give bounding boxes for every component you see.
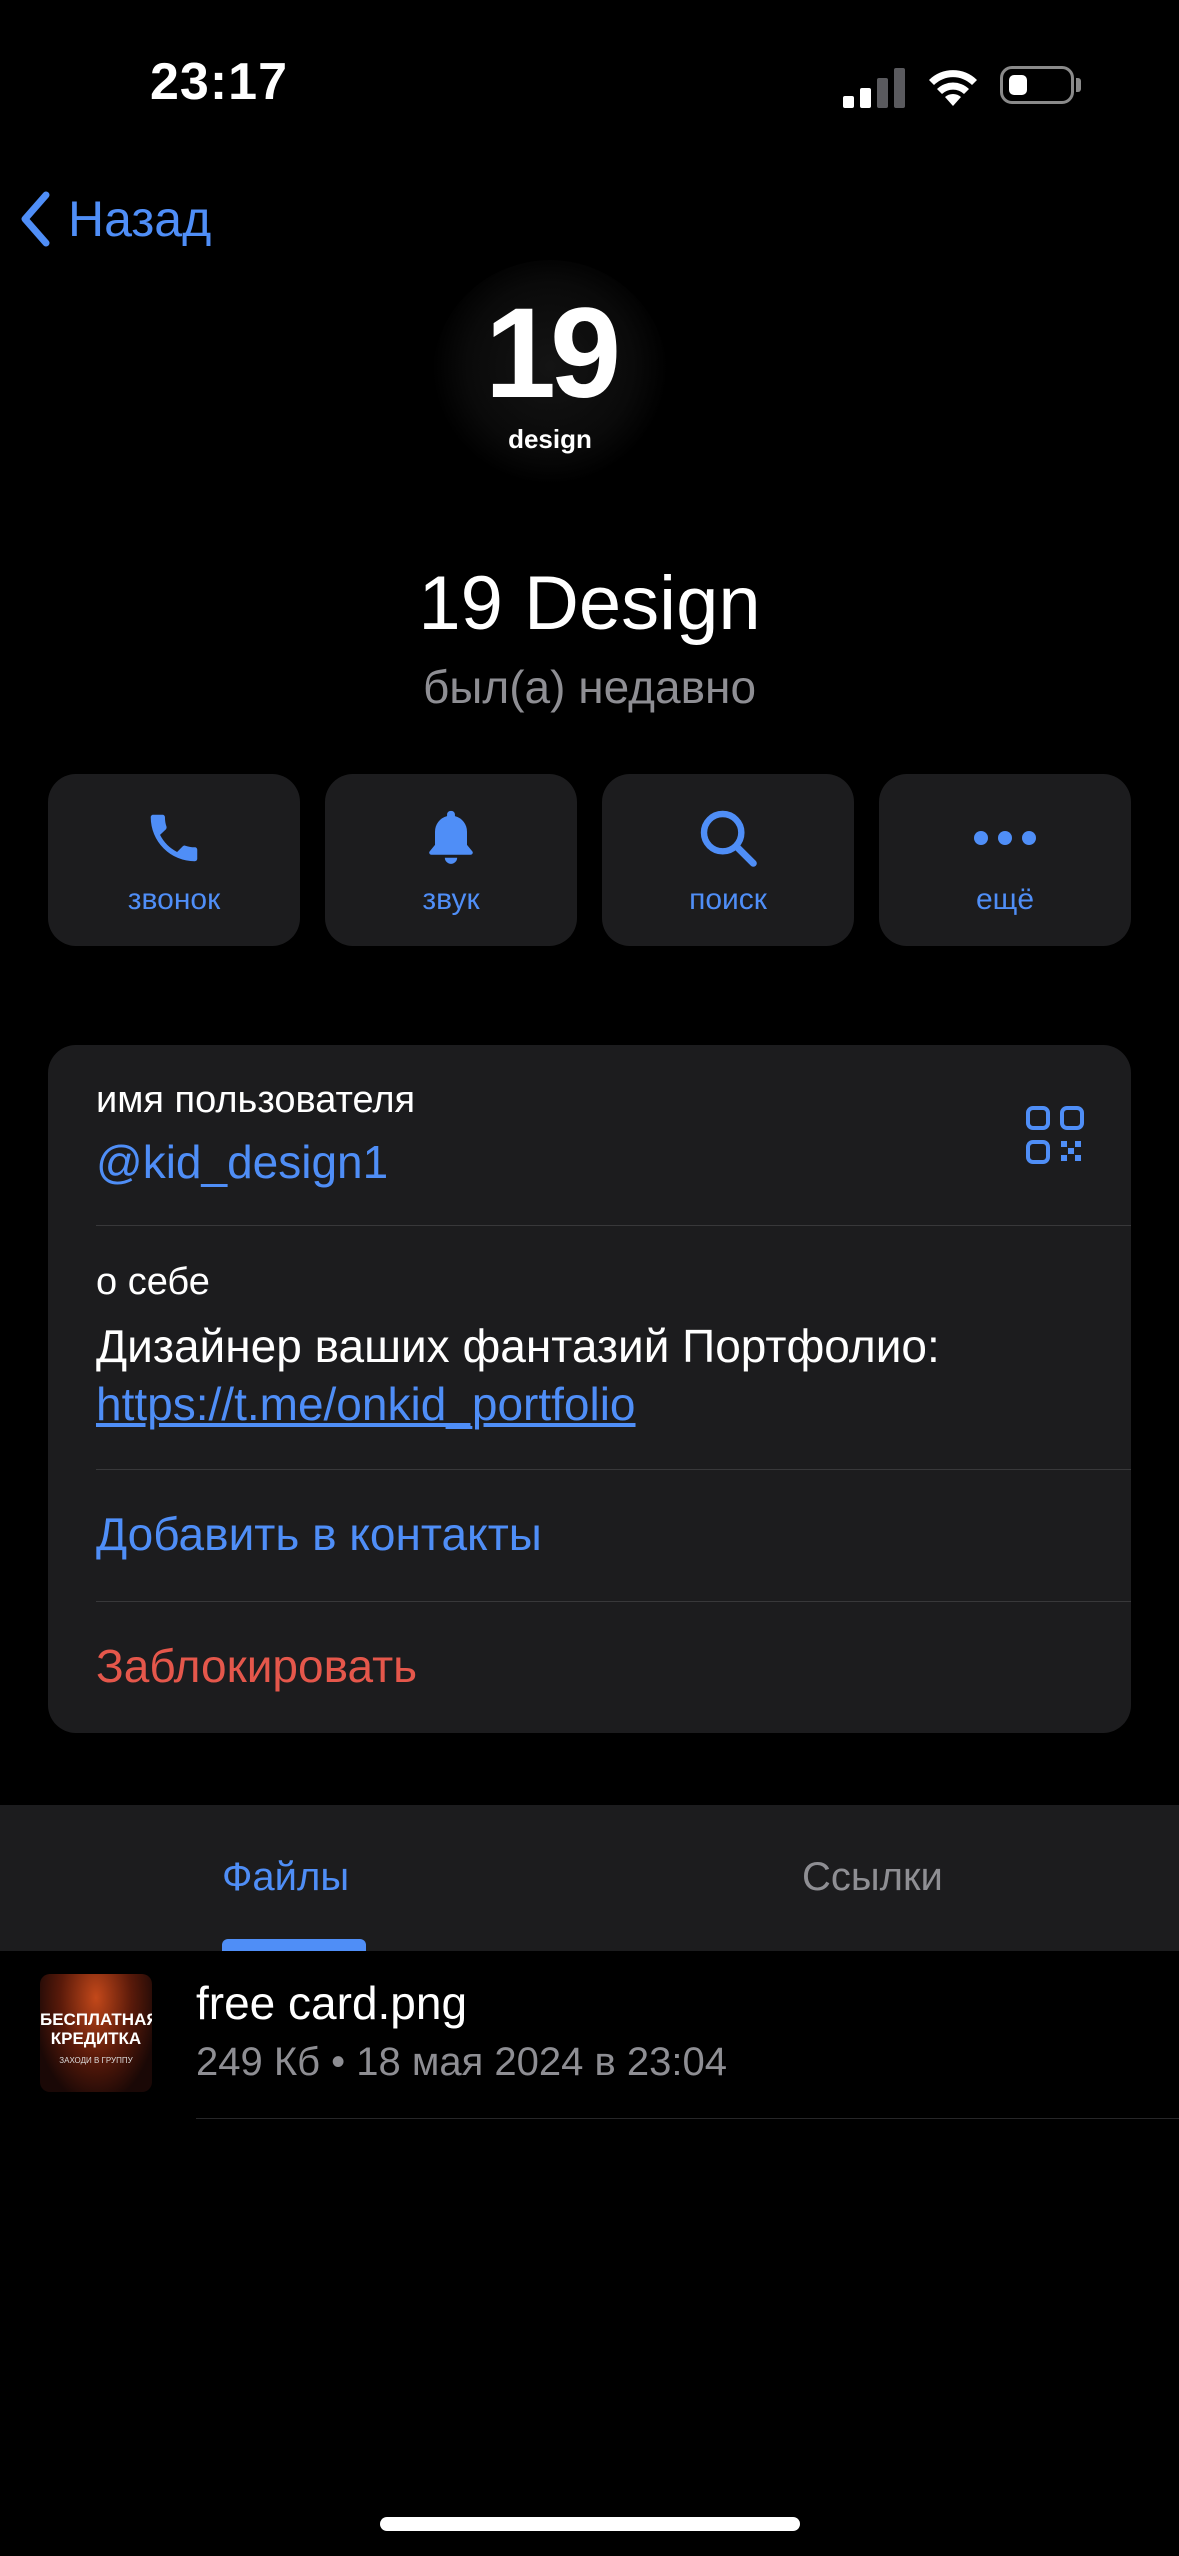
battery-tip bbox=[1076, 78, 1081, 92]
qr-code-icon[interactable] bbox=[1025, 1105, 1085, 1165]
divider bbox=[96, 1225, 1131, 1226]
action-bar: звонок звук поиск ещё bbox=[48, 774, 1131, 946]
about-link[interactable]: https://t.me/onkid_portfolio bbox=[96, 1377, 636, 1431]
profile-status: был(а) недавно bbox=[422, 661, 757, 713]
media-tabs: Файлы Ссылки bbox=[0, 1805, 1179, 1951]
sound-label: звук bbox=[422, 883, 480, 916]
username-label: имя пользователя bbox=[96, 1079, 416, 1121]
wifi-icon bbox=[929, 70, 977, 106]
battery-icon bbox=[1000, 66, 1074, 104]
home-indicator[interactable] bbox=[380, 2517, 800, 2531]
call-label: звонок bbox=[127, 883, 221, 916]
profile-name: 19 Design bbox=[418, 561, 761, 646]
file-divider bbox=[196, 2118, 1179, 2119]
search-icon bbox=[700, 810, 757, 867]
status-time: 23:17 bbox=[150, 53, 288, 111]
avatar-number: 19 bbox=[484, 282, 621, 425]
sound-button[interactable]: звук bbox=[325, 774, 577, 946]
thumbnail-subtitle: ЗАХОДИ В ГРУППУ bbox=[59, 2056, 133, 2065]
tab-indicator bbox=[222, 1939, 366, 1951]
back-button[interactable]: Назад bbox=[20, 190, 211, 248]
search-label: поиск bbox=[689, 883, 767, 916]
divider bbox=[96, 1469, 1131, 1470]
search-button[interactable]: поиск bbox=[602, 774, 854, 946]
about-text: Дизайнер ваших фантазий Портфолио: bbox=[96, 1320, 940, 1372]
more-icon bbox=[974, 831, 1036, 845]
chevron-left-icon bbox=[21, 191, 50, 247]
divider bbox=[96, 1601, 1131, 1602]
phone-icon bbox=[150, 814, 198, 862]
info-card: имя пользователя @kid_design1 о себе Диз… bbox=[48, 1045, 1131, 1733]
file-name[interactable]: free card.png bbox=[196, 1976, 467, 2030]
bell-icon bbox=[429, 810, 473, 864]
tab-files[interactable]: Файлы bbox=[222, 1855, 349, 1900]
file-thumbnail[interactable]: БЕСПЛАТНАЯ КРЕДИТКА ЗАХОДИ В ГРУППУ bbox=[40, 1974, 152, 2092]
about-label: о себе bbox=[96, 1261, 210, 1303]
add-contact-button[interactable]: Добавить в контакты bbox=[96, 1507, 542, 1561]
block-button[interactable]: Заблокировать bbox=[96, 1639, 417, 1693]
thumbnail-title: БЕСПЛАТНАЯ КРЕДИТКА bbox=[40, 2010, 152, 2048]
username-value[interactable]: @kid_design1 bbox=[96, 1135, 388, 1189]
more-button[interactable]: ещё bbox=[879, 774, 1131, 946]
tab-links[interactable]: Ссылки bbox=[802, 1855, 943, 1900]
avatar-word: design bbox=[508, 424, 592, 454]
avatar[interactable]: 19 design bbox=[430, 228, 670, 528]
back-label: Назад bbox=[68, 191, 212, 247]
call-button[interactable]: звонок bbox=[48, 774, 300, 946]
more-label: ещё bbox=[975, 883, 1035, 916]
cellular-signal-icon bbox=[843, 68, 905, 108]
file-meta: 249 Кб • 18 мая 2024 в 23:04 bbox=[196, 2040, 727, 2084]
